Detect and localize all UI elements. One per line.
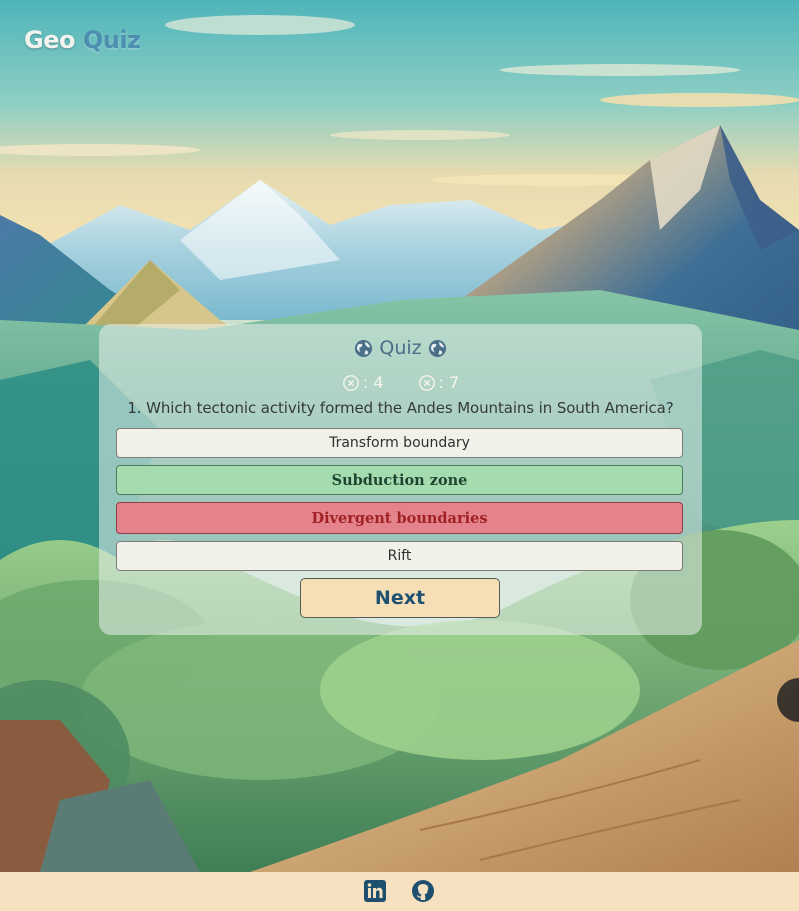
quiz-panel: Quiz : 4 : 7 1. Which tectonic activity … (99, 324, 702, 635)
logo-quiz-text: Quiz (82, 26, 141, 54)
github-icon (411, 879, 434, 902)
answer-option-3-wrong[interactable]: Divergent boundaries (116, 502, 683, 534)
quiz-title-text: Quiz (379, 337, 422, 359)
app-logo[interactable]: Geo Quiz (24, 26, 141, 54)
answer-option-4[interactable]: Rift (116, 541, 683, 571)
logo-geo-text: Geo (24, 26, 75, 54)
circle-x-icon (342, 374, 359, 391)
score-value: : 4 (362, 373, 384, 392)
next-button[interactable]: Next (300, 578, 500, 618)
answer-option-2-correct[interactable]: Subduction zone (116, 465, 683, 495)
linkedin-icon (363, 879, 386, 902)
globe-icon (355, 339, 373, 357)
score-counters: : 4 : 7 (99, 373, 702, 392)
linkedin-link[interactable] (363, 879, 389, 905)
question-text: 1. Which tectonic activity formed the An… (127, 399, 674, 417)
score-counter-first: : 4 (342, 373, 384, 392)
globe-icon (428, 339, 446, 357)
footer (0, 872, 799, 911)
circle-x-icon (418, 374, 435, 391)
score-counter-second: : 7 (418, 373, 460, 392)
answer-option-1[interactable]: Transform boundary (116, 428, 683, 458)
github-link[interactable] (411, 879, 437, 905)
app-root: Geo Quiz Quiz: 4: 7 1. Which tectonic … (0, 0, 799, 911)
score-value: : 7 (438, 373, 460, 392)
quiz-title: Quiz (99, 337, 702, 359)
